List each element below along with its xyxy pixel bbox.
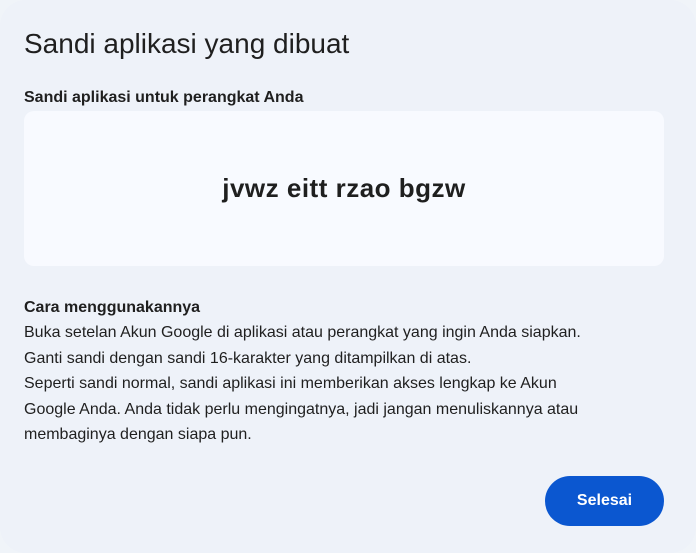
howto-section: Cara menggunakannya Buka setelan Akun Go… (24, 298, 674, 448)
howto-line: Ganti sandi dengan sandi 16-karakter yan… (24, 349, 472, 367)
howto-heading: Cara menggunakannya (24, 299, 201, 316)
app-password-value[interactable]: jvwz eitt rzao bgzw (222, 173, 466, 204)
dialog-title: Sandi aplikasi yang dibuat (24, 28, 350, 59)
howto-line: membaginya dengan siapa pun. (24, 426, 252, 443)
howto-line: Seperti sandi normal, sandi aplikasi ini… (24, 375, 557, 392)
app-password-dialog: Sandi aplikasi yang dibuat Sandi aplikas… (0, 0, 696, 553)
howto-line: Google Anda. Anda tidak perlu mengingatn… (24, 400, 579, 418)
password-label: Sandi aplikasi untuk perangkat Anda (24, 89, 304, 106)
howto-line: Buka setelan Akun Google di aplikasi ata… (24, 324, 581, 341)
done-button[interactable]: Selesai (545, 476, 664, 526)
password-box: jvwz eitt rzao bgzw (24, 111, 664, 266)
